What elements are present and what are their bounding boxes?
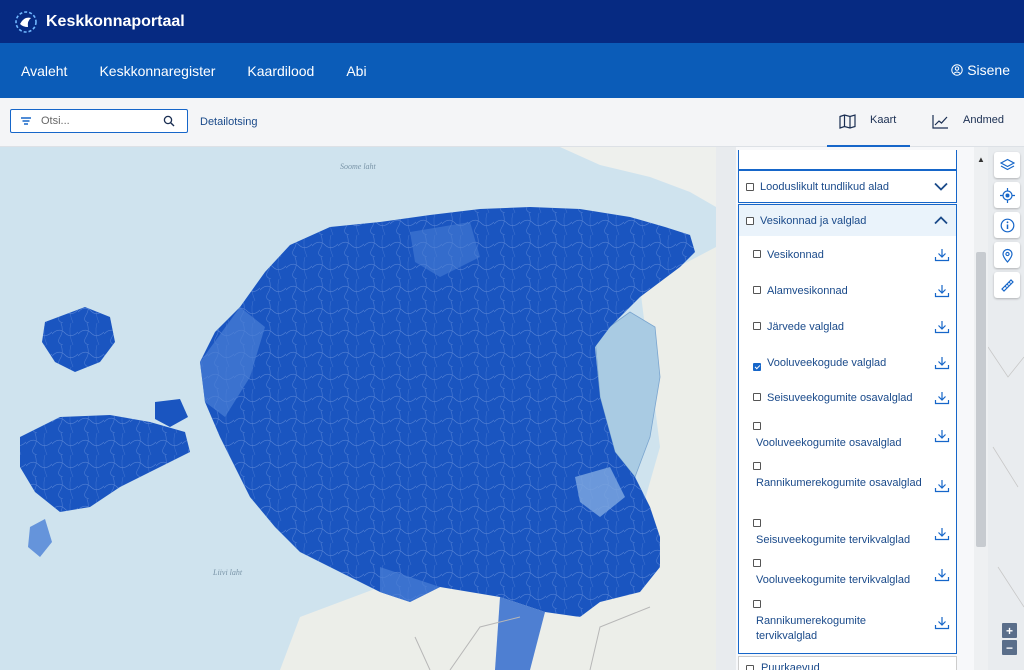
download-icon[interactable] [934,429,950,443]
logo-icon [15,10,37,33]
layer-label[interactable]: Alamvesikonnad [767,284,848,299]
measure-icon [1000,278,1014,292]
main-nav: Avaleht Keskkonnaregister Kaardilood Abi… [0,43,1024,98]
chart-icon [932,115,948,129]
locate-tool-button[interactable] [994,182,1020,208]
layer-checkbox[interactable] [753,322,761,330]
group-wells[interactable]: Puurkaevud [738,656,957,670]
scroll-up-arrow[interactable]: ▲ [977,155,985,164]
download-icon[interactable] [934,568,950,582]
map-canvas[interactable]: Soome laht Liivi laht [0,147,716,670]
layer-checkbox[interactable] [753,519,761,527]
layer-label[interactable]: Vesikonnad [767,248,824,263]
zoom-out-button[interactable]: − [1002,640,1017,655]
layers-icon [999,158,1015,170]
filter-icon[interactable] [11,116,41,126]
download-icon[interactable] [934,320,950,334]
scroll-thumb[interactable] [976,252,986,547]
sea-label-north: Soome laht [340,162,377,171]
layer-label[interactable]: Rannikumerekogumite osavalglad [756,476,926,491]
brand-name: Keskkonnaportaal [46,12,185,30]
layer-checkbox[interactable] [753,286,761,294]
layer-checkbox[interactable] [753,600,761,608]
login-label: Sisene [967,62,1010,78]
info-tool-button[interactable] [994,212,1020,238]
group-checkbox[interactable] [746,665,754,670]
nav-item-help[interactable]: Abi [346,63,366,79]
download-icon[interactable] [934,284,950,298]
layer-checkbox[interactable] [753,422,761,430]
nav-item-home[interactable]: Avaleht [21,63,67,79]
layer-label[interactable]: Vooluveekogumite osavalglad [756,436,926,451]
group-checkbox[interactable] [746,216,754,225]
measure-tool-button[interactable] [994,272,1020,298]
zoom-in-button[interactable]: + [1002,623,1017,638]
layer-checkbox[interactable] [753,462,761,470]
map-icon [839,114,856,129]
layer-label[interactable]: Seisuveekogumite tervikvalglad [756,533,926,548]
search-box [10,109,188,133]
layer-row: Vooluveekogude valglad [739,356,958,374]
layer-label[interactable]: Järvede valglad [767,320,844,335]
nav-item-register[interactable]: Keskkonnaregister [99,63,215,79]
download-icon[interactable] [934,479,950,493]
sea-label-south: Liivi laht [212,568,243,577]
layer-checkbox[interactable] [753,250,761,258]
panel-scrollbar[interactable]: ▲ [974,147,988,670]
search-input[interactable] [41,115,156,127]
user-icon [951,64,963,76]
tab-map[interactable]: Kaart [827,107,910,147]
group-label: Puurkaevud [761,662,820,670]
logo[interactable]: Keskkonnaportaal [14,10,185,34]
locate-icon [999,187,1015,203]
layer-label[interactable]: Vooluveekogumite tervikvalglad [756,573,926,588]
download-icon[interactable] [934,356,950,370]
tab-map-label: Kaart [870,114,897,126]
layer-label[interactable]: Vooluveekogude valglad [767,356,886,371]
marker-icon [1001,248,1013,263]
toolbar: Detailotsing Kaart Andmed [0,98,1024,147]
detail-search-link[interactable]: Detailotsing [200,116,257,128]
download-icon[interactable] [934,248,950,262]
north-land [560,147,716,207]
group-catchments[interactable]: Vesikonnad ja valglad [738,204,957,237]
top-bar: Keskkonnaportaal [0,0,1024,43]
layers-tool-button[interactable] [994,152,1020,178]
layer-label[interactable]: Rannikumerekogumite tervikvalglad [756,614,926,644]
search-icon[interactable] [156,115,182,127]
group-checkbox[interactable] [746,182,754,191]
group-label: Vesikonnad ja valglad [760,214,867,227]
download-icon[interactable] [934,391,950,405]
download-icon[interactable] [934,527,950,541]
group-label: Looduslikult tundlikud alad [760,180,890,193]
layer-checkbox[interactable] [753,363,761,371]
tab-data-label: Andmed [963,114,1004,126]
layer-label[interactable]: Seisuveekogumite osavalglad [767,391,913,406]
group-row-previous [738,150,957,170]
tab-data[interactable]: Andmed [932,107,1024,147]
group-sensitive-areas[interactable]: Looduslikult tundlikud alad [738,170,957,203]
map-margin [716,147,736,670]
download-icon[interactable] [934,616,950,630]
layer-checkbox[interactable] [753,559,761,567]
chevron-up-icon[interactable] [926,216,956,225]
nav-item-stories[interactable]: Kaardilood [247,63,314,79]
marker-tool-button[interactable] [994,242,1020,268]
layer-checkbox[interactable] [753,393,761,401]
info-icon [1000,218,1014,232]
layer-list: Vesikonnad Alamvesikonnad Järvede valgla… [738,236,957,654]
chevron-down-icon[interactable] [926,182,956,191]
login-button[interactable]: Sisene [951,62,1010,78]
